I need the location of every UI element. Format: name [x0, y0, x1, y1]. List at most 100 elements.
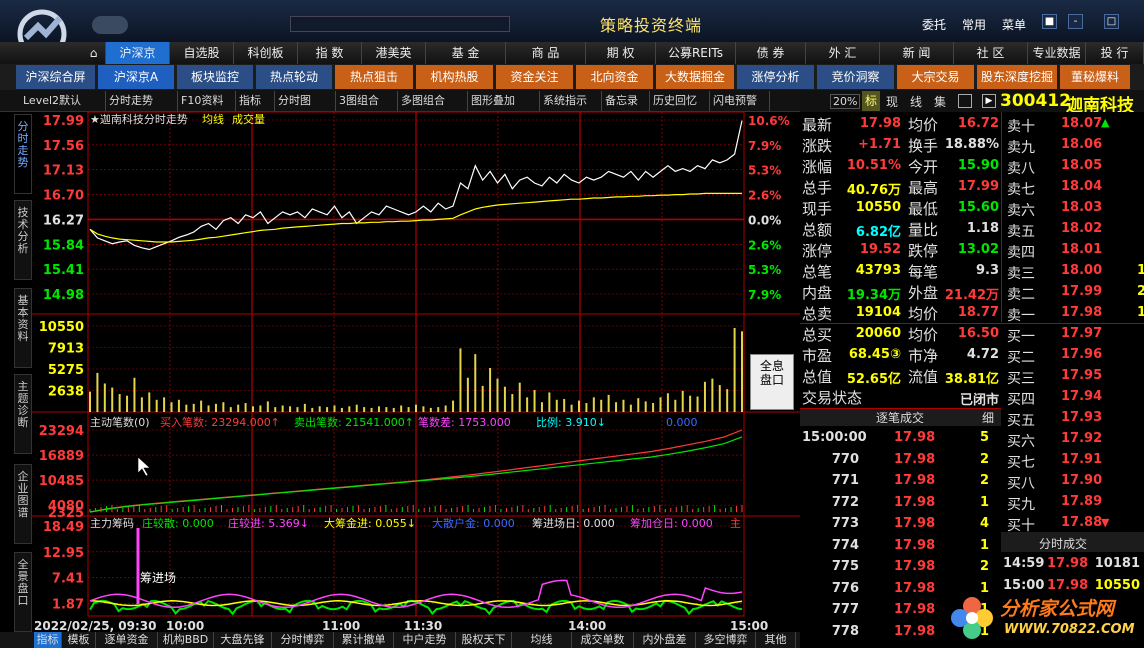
- toolbar-item-10[interactable]: 历史回忆: [650, 91, 710, 111]
- bottom-tab-2[interactable]: 逐单资金: [96, 632, 158, 648]
- subnav-item-6[interactable]: 资金关注: [496, 65, 573, 89]
- nav-tab-ib[interactable]: 投 行: [1086, 42, 1144, 64]
- subnav-item-1[interactable]: 沪深京A: [98, 65, 174, 89]
- tab-set[interactable]: 集: [934, 93, 946, 110]
- nav-tab-hk-us[interactable]: 港美英: [362, 42, 426, 64]
- menu-trade[interactable]: 委托: [922, 16, 946, 33]
- window-icon-button[interactable]: ■: [1042, 14, 1057, 29]
- bottom-tab-1[interactable]: 模板: [62, 632, 96, 648]
- search-input[interactable]: [290, 16, 510, 32]
- subnav-item-7[interactable]: 北向资金: [576, 65, 653, 89]
- minimize-button[interactable]: -: [1068, 14, 1083, 29]
- nav-tab-bond[interactable]: 债 券: [736, 42, 806, 64]
- subnav-item-11[interactable]: 大宗交易: [897, 65, 974, 89]
- subnav-item-4[interactable]: 热点狙击: [335, 65, 413, 89]
- tab-quote[interactable]: 标: [862, 91, 880, 111]
- bottom-tab-9[interactable]: 均线: [512, 632, 572, 648]
- subnav-item-9[interactable]: 涨停分析: [737, 65, 814, 89]
- toolbar-item-7[interactable]: 图形叠加: [468, 91, 540, 111]
- bid-price[interactable]: 17.97: [1061, 326, 1102, 341]
- bid-price[interactable]: 17.92: [1061, 431, 1102, 446]
- bottom-tab-11[interactable]: 内外盘差: [634, 632, 696, 648]
- toolbar-item-4[interactable]: 分时图: [275, 91, 336, 111]
- toolbar-item-5[interactable]: 3图组合: [336, 91, 398, 111]
- bid-price[interactable]: 17.89: [1061, 494, 1102, 509]
- ask-price[interactable]: 18.03: [1061, 200, 1102, 215]
- nav-tab-fund[interactable]: 基 金: [426, 42, 506, 64]
- toolbar-item-6[interactable]: 多图组合: [398, 91, 468, 111]
- toolbar-item-9[interactable]: 备忘录: [602, 91, 650, 111]
- intraday-chart[interactable]: 17.99 10.6% 17.56 7.9% 17.13 5.3% 16.70 2.6% 16.…: [32, 112, 800, 636]
- home-icon[interactable]: ⌂: [82, 42, 106, 64]
- bottom-tab-12[interactable]: 多空博弈: [696, 632, 756, 648]
- bid-price[interactable]: 17.88: [1061, 515, 1102, 530]
- left-tab-0[interactable]: 分时走势: [14, 114, 32, 194]
- left-tab-3[interactable]: 主题诊断: [14, 374, 32, 454]
- nav-tab-pro-data[interactable]: 专业数据: [1028, 42, 1086, 64]
- bottom-tab-4[interactable]: 大盘先锋: [214, 632, 272, 648]
- bottom-tab-3[interactable]: 机构BBD: [158, 632, 214, 648]
- ask-price[interactable]: 18.06: [1061, 137, 1102, 152]
- toolbar-item-11[interactable]: 闪电预警: [710, 91, 770, 111]
- tab-line[interactable]: 线: [910, 93, 922, 110]
- nav-tab-reits[interactable]: 公募REITs: [656, 42, 736, 64]
- menu-main[interactable]: 菜单: [1002, 16, 1026, 33]
- bottom-tab-10[interactable]: 成交单数: [572, 632, 634, 648]
- nav-tab-news[interactable]: 新 闻: [880, 42, 954, 64]
- bottom-tab-5[interactable]: 分时博弈: [272, 632, 334, 648]
- bottom-tab-8[interactable]: 股权天下: [456, 632, 512, 648]
- left-tab-4[interactable]: 企业图谱: [14, 464, 32, 544]
- bottom-tab-0[interactable]: 指标: [34, 632, 62, 648]
- full-depth-button[interactable]: 全息 盘口: [750, 354, 794, 410]
- back-forward-button[interactable]: [92, 16, 128, 34]
- toolbar-item-8[interactable]: 系统指示: [540, 91, 602, 111]
- left-tab-1[interactable]: 技术分析: [14, 200, 32, 280]
- nav-tab-star[interactable]: 科创板: [234, 42, 298, 64]
- nav-tab-community[interactable]: 社 区: [954, 42, 1028, 64]
- maximize-button[interactable]: □: [1104, 14, 1119, 29]
- nav-tab-hsj[interactable]: 沪深京: [106, 42, 170, 64]
- subnav-item-3[interactable]: 热点轮动: [256, 65, 332, 89]
- left-tab-5[interactable]: 全景盘口: [14, 552, 32, 632]
- ask-price[interactable]: 18.00: [1061, 263, 1102, 278]
- toolbar-item-0[interactable]: Level2默认: [20, 91, 106, 111]
- ask-price[interactable]: 17.99: [1061, 284, 1102, 299]
- bottom-tab-7[interactable]: 中户走势: [394, 632, 456, 648]
- bid-price[interactable]: 17.96: [1061, 347, 1102, 362]
- zoom-level[interactable]: 20%: [830, 94, 861, 109]
- bid-price[interactable]: 17.94: [1061, 389, 1102, 404]
- subnav-item-2[interactable]: 板块监控: [177, 65, 253, 89]
- menu-common[interactable]: 常用: [962, 16, 986, 33]
- ticks-detail-button[interactable]: 细: [982, 409, 994, 426]
- bottom-tab-6[interactable]: 累计撤单: [334, 632, 394, 648]
- nav-tab-forex[interactable]: 外 汇: [806, 42, 880, 64]
- ask-price[interactable]: 18.04: [1061, 179, 1102, 194]
- tab-now[interactable]: 现: [886, 93, 898, 110]
- subnav-item-5[interactable]: 机构热股: [416, 65, 493, 89]
- panel-toggle-icon[interactable]: [958, 94, 972, 108]
- ticks-title[interactable]: 逐笔成交: [876, 409, 924, 426]
- bid-price[interactable]: 17.93: [1061, 410, 1102, 425]
- nav-tab-index[interactable]: 指 数: [298, 42, 362, 64]
- nav-tab-watchlist[interactable]: 自选股: [170, 42, 234, 64]
- subnav-item-0[interactable]: 沪深综合屏: [16, 65, 95, 89]
- left-tab-2[interactable]: 基本资料: [14, 288, 32, 368]
- subnav-item-12[interactable]: 股东深度挖掘: [977, 65, 1057, 89]
- toolbar-item-1[interactable]: 分时走势: [106, 91, 178, 111]
- toolbar-item-2[interactable]: F10资料: [178, 91, 236, 111]
- minute-title[interactable]: 分时成交: [1039, 535, 1087, 552]
- toolbar-item-3[interactable]: 指标: [236, 91, 275, 111]
- subnav-item-8[interactable]: 大数据掘金: [656, 65, 734, 89]
- bottom-tab-13[interactable]: 其他: [756, 632, 796, 648]
- ask-price[interactable]: 18.05: [1061, 158, 1102, 173]
- bid-price[interactable]: 17.95: [1061, 368, 1102, 383]
- nav-tab-option[interactable]: 期 权: [586, 42, 656, 64]
- ask-price[interactable]: 18.02: [1061, 221, 1102, 236]
- play-icon[interactable]: ▶: [982, 94, 996, 108]
- ask-price[interactable]: 18.07: [1061, 116, 1102, 131]
- subnav-item-10[interactable]: 竞价洞察: [817, 65, 894, 89]
- ask-price[interactable]: 17.98: [1061, 305, 1102, 320]
- ask-price[interactable]: 18.01: [1061, 242, 1102, 257]
- subnav-item-13[interactable]: 董秘爆料: [1060, 65, 1130, 89]
- bid-price[interactable]: 17.90: [1061, 473, 1102, 488]
